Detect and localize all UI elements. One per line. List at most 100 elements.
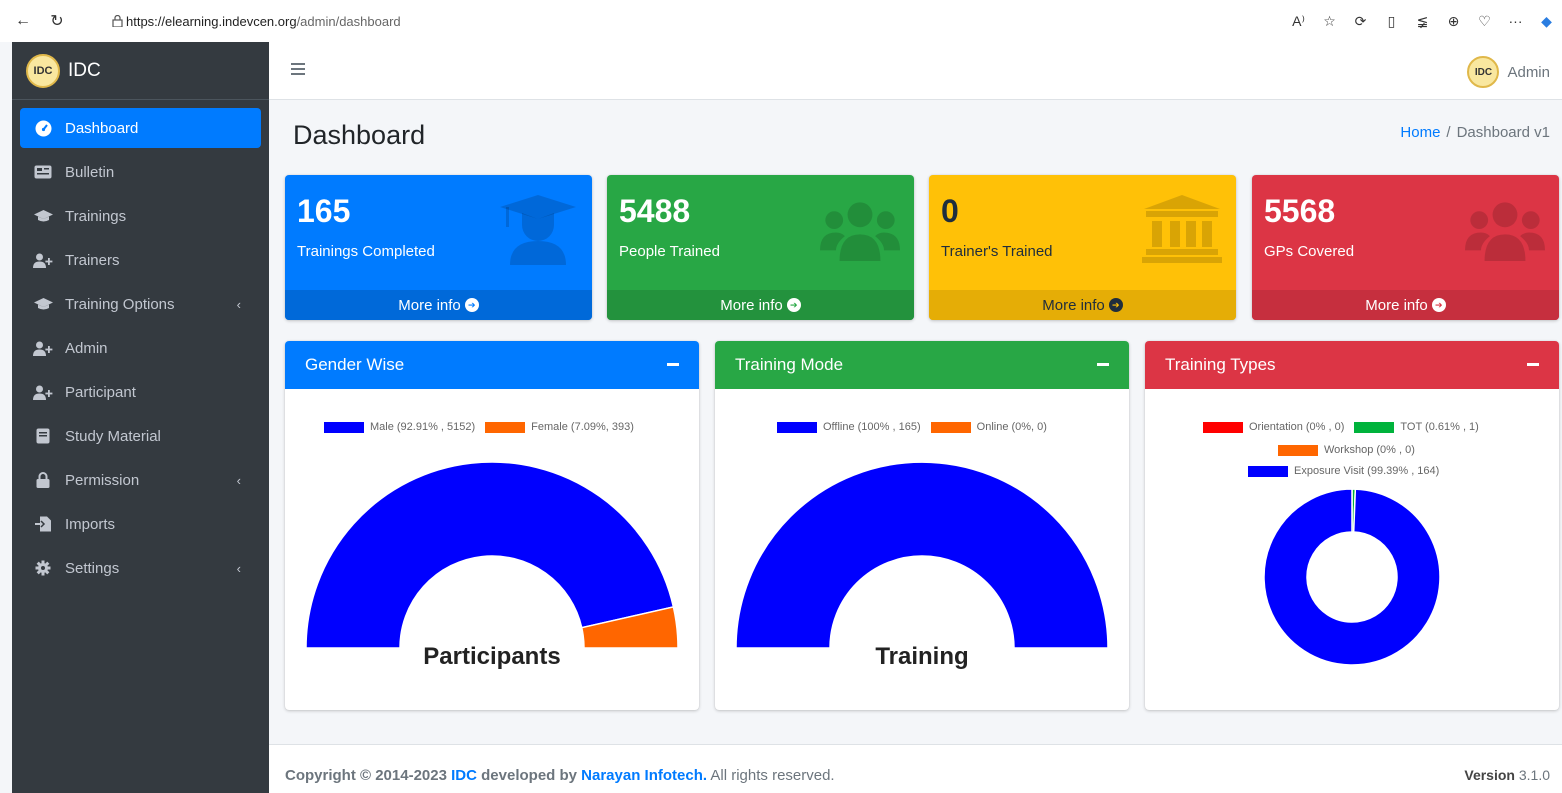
read-aloud-icon[interactable]: A⁾ — [1283, 13, 1314, 30]
user-graduate-icon — [500, 195, 576, 265]
stat-box-people-trained: 5488 People Trained More info ➔ — [607, 175, 914, 320]
more-options-icon[interactable]: ··· — [1500, 13, 1531, 29]
tachometer-icon — [33, 120, 53, 136]
sidebar-item-permission[interactable]: Permission ‹ — [20, 460, 261, 500]
sidebar-item-label: Study Material — [65, 427, 161, 445]
legend-swatch — [930, 421, 971, 433]
legend-label[interactable]: Offline (100% , 165) — [823, 421, 921, 433]
url-host: https://elearning.indevcen.org — [126, 13, 297, 29]
training-mode-card: Training Mode Offline (100% , 165) Onlin… — [715, 341, 1129, 710]
landmark-icon — [1142, 195, 1222, 263]
url-path: /admin/dashboard — [296, 13, 401, 29]
users-icon — [1465, 202, 1545, 261]
stat-value: 165 — [297, 193, 351, 229]
more-info-link[interactable]: More info ➔ — [1252, 290, 1559, 320]
book-icon — [33, 428, 53, 444]
company-link[interactable]: Narayan Infotech. — [581, 767, 707, 784]
legend-label[interactable]: Orientation (0% , 0) — [1249, 421, 1344, 433]
version-info: Version 3.1.0 — [1464, 767, 1550, 783]
arrow-circle-right-icon: ➔ — [464, 298, 479, 312]
chevron-left-icon: ‹ — [236, 560, 241, 576]
browser-actions: A⁾ ☆ ⟳ ▯ ≨ ⊕ ♡ ··· ◆ — [1283, 0, 1562, 42]
legend-swatch — [1248, 465, 1288, 477]
stat-box-gps-covered: 5568 GPs Covered More info ➔ — [1252, 175, 1559, 320]
sidebar-item-trainers[interactable]: Trainers — [20, 240, 261, 280]
extensions-icon[interactable]: ⟳ — [1345, 13, 1376, 30]
newspaper-icon — [33, 164, 53, 180]
split-screen-icon[interactable]: ▯ — [1376, 13, 1407, 30]
reload-icon[interactable]: ↻ — [46, 10, 68, 32]
more-info-label: More info — [1365, 296, 1428, 314]
chart-legend: Orientation (0% , 0) TOT (0.61% , 1) — [1203, 421, 1479, 433]
sidebar-item-label: Trainers — [65, 251, 120, 269]
chart-legend: Workshop (0% , 0) — [1278, 444, 1415, 456]
chart-slice[interactable] — [1263, 488, 1441, 666]
version-label: Version — [1464, 767, 1515, 783]
sidebar-menu: Dashboard Bulletin Trainings Trainers Tr… — [12, 108, 269, 588]
brand-link[interactable]: IDC IDC — [12, 42, 269, 100]
breadcrumb-home-link[interactable]: Home — [1400, 124, 1440, 141]
graduation-cap-icon — [33, 296, 53, 312]
training-types-chart — [1263, 488, 1441, 666]
legend-label[interactable]: Male (92.91% , 5152) — [370, 421, 475, 433]
stat-box-trainers-trained: 0 Trainer's Trained More info ➔ — [929, 175, 1236, 320]
legend-swatch — [485, 421, 526, 433]
sidebar-item-bulletin[interactable]: Bulletin — [20, 152, 261, 192]
arrow-circle-right-icon: ➔ — [1431, 298, 1446, 312]
back-arrow-icon[interactable]: ← — [12, 10, 34, 32]
sidebar-item-admin[interactable]: Admin — [20, 328, 261, 368]
legend-swatch — [1354, 421, 1395, 433]
favorites-icon[interactable]: ≨ — [1407, 13, 1438, 30]
legend-label[interactable]: Online (0%, 0) — [977, 421, 1047, 433]
copilot-icon[interactable]: ◆ — [1531, 13, 1562, 30]
more-info-link[interactable]: More info ➔ — [929, 290, 1236, 320]
sidebar-item-settings[interactable]: Settings ‹ — [20, 548, 261, 588]
user-menu[interactable]: IDC Admin — [1467, 56, 1550, 88]
hamburger-menu-icon[interactable] — [291, 63, 305, 75]
more-info-link[interactable]: More info ➔ — [285, 290, 592, 320]
legend-label[interactable]: Workshop (0% , 0) — [1324, 444, 1415, 456]
stat-value: 5488 — [619, 193, 691, 229]
sidebar-item-study-material[interactable]: Study Material — [20, 416, 261, 456]
chart-center-label: Training — [875, 643, 969, 670]
sidebar-item-label: Trainings — [65, 207, 127, 225]
legend-swatch — [1278, 444, 1318, 456]
legend-swatch — [777, 421, 817, 433]
sidebar-item-training-options[interactable]: Training Options ‹ — [20, 284, 261, 324]
favorite-star-icon[interactable]: ☆ — [1314, 13, 1345, 30]
stat-label: Trainings Completed — [297, 243, 435, 260]
copyright-text: Copyright © 2014-2023 IDC developed by N… — [285, 767, 835, 784]
sidebar-item-imports[interactable]: Imports — [20, 504, 261, 544]
legend-label[interactable]: Exposure Visit (99.39% , 164) — [1294, 465, 1439, 477]
user-plus-icon — [33, 384, 53, 400]
top-navbar: IDC Admin — [269, 42, 1562, 100]
version-number: 3.1.0 — [1518, 767, 1550, 783]
training-types-card: Training Types Orientation (0% , 0) TOT … — [1145, 341, 1559, 710]
collections-icon[interactable]: ⊕ — [1438, 13, 1469, 30]
chart-slice[interactable] — [735, 461, 1109, 649]
stat-value: 0 — [941, 193, 959, 229]
sidebar-item-label: Dashboard — [65, 119, 139, 137]
legend-label[interactable]: Female (7.09%, 393) — [531, 421, 634, 433]
sidebar-item-trainings[interactable]: Trainings — [20, 196, 261, 236]
avatar: IDC — [1467, 56, 1500, 88]
sidebar-item-label: Permission — [65, 471, 140, 489]
legend-swatch — [324, 421, 364, 433]
user-plus-icon — [33, 340, 53, 356]
lock-icon — [112, 15, 123, 27]
file-import-icon — [33, 516, 53, 532]
sidebar-item-label: Bulletin — [65, 163, 115, 181]
more-info-label: More info — [720, 296, 783, 314]
legend-label[interactable]: TOT (0.61% , 1) — [1400, 421, 1478, 433]
org-link[interactable]: IDC — [451, 767, 477, 784]
sidebar-item-participant[interactable]: Participant — [20, 372, 261, 412]
stat-label: People Trained — [619, 243, 720, 260]
health-icon[interactable]: ♡ — [1469, 13, 1500, 30]
address-bar[interactable]: https://elearning.indevcen.org/admin/das… — [104, 6, 1168, 36]
rights-text: All rights reserved. — [710, 767, 835, 784]
chart-legend: Offline (100% , 165) Online (0%, 0) — [777, 421, 1047, 433]
more-info-link[interactable]: More info ➔ — [607, 290, 914, 320]
browser-toolbar: ← ↻ https://elearning.indevcen.org/admin… — [0, 0, 1562, 42]
developed-by-text: developed by — [481, 767, 577, 784]
sidebar-item-dashboard[interactable]: Dashboard — [20, 108, 261, 148]
